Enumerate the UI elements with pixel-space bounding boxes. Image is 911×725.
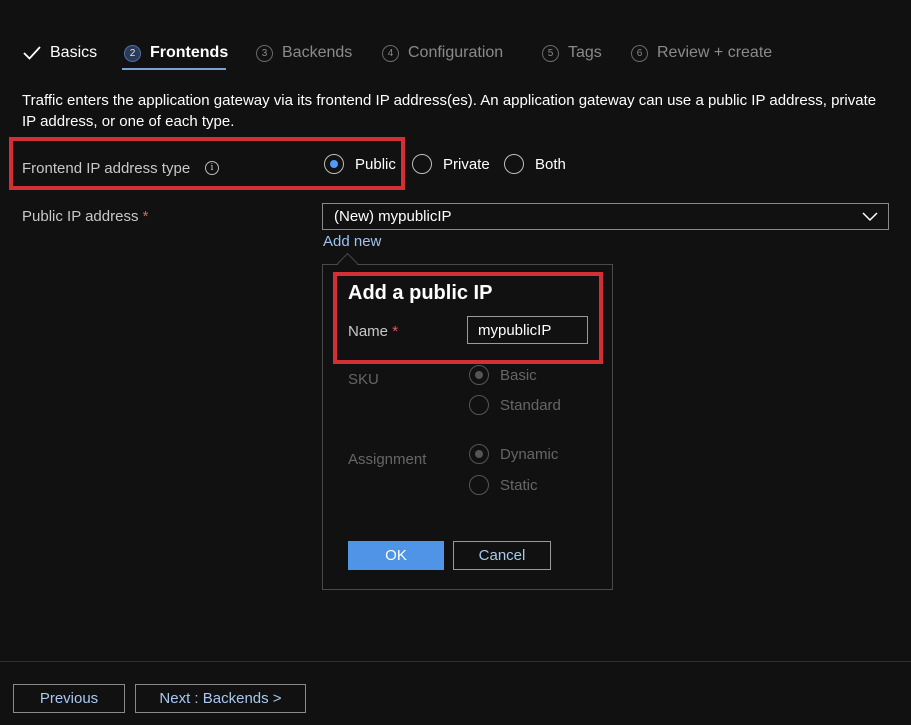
step-number-badge: 3 <box>256 44 273 62</box>
tab-basics[interactable]: Basics <box>22 40 97 66</box>
radio-sku-standard[interactable] <box>469 395 489 415</box>
public-ip-label-text: Public IP address <box>22 208 139 225</box>
popup-title: Add a public IP <box>348 282 493 304</box>
sku-label: SKU <box>348 371 379 388</box>
step-number-badge: 5 <box>542 44 559 62</box>
radio-private-label[interactable]: Private <box>443 156 490 173</box>
radio-sku-basic-label[interactable]: Basic <box>500 367 537 384</box>
step-number-badge: 2 <box>124 44 141 62</box>
tab-frontends[interactable]: 2 Frontends <box>124 40 228 66</box>
tab-label: Basics <box>50 44 98 61</box>
assignment-label: Assignment <box>348 451 427 468</box>
step-number-badge: 6 <box>631 44 648 62</box>
radio-assignment-static-label[interactable]: Static <box>500 477 538 494</box>
radio-private[interactable] <box>412 154 432 174</box>
cancel-button[interactable]: Cancel <box>453 541 551 570</box>
tab-label: Tags <box>568 44 602 61</box>
name-input[interactable]: mypublicIP <box>467 316 588 344</box>
tab-configuration[interactable]: 4 Configuration <box>382 40 503 66</box>
tab-label: Configuration <box>408 44 504 61</box>
add-new-link[interactable]: Add new <box>323 233 381 250</box>
radio-public-label[interactable]: Public <box>355 156 396 173</box>
previous-button[interactable]: Previous <box>13 684 125 713</box>
tab-backends[interactable]: 3 Backends <box>256 40 352 66</box>
tab-label: Review + create <box>657 44 773 61</box>
step-number-badge: 4 <box>382 44 399 62</box>
ok-button[interactable]: OK <box>348 541 444 570</box>
radio-both-label[interactable]: Both <box>535 156 566 173</box>
page-description: Traffic enters the application gateway v… <box>22 92 877 130</box>
public-ip-dropdown[interactable]: (New) mypublicIP <box>322 203 889 230</box>
required-marker: * <box>392 323 399 340</box>
public-ip-label: Public IP address * <box>22 208 148 225</box>
radio-sku-standard-label[interactable]: Standard <box>500 397 561 414</box>
active-tab-underline <box>122 68 226 70</box>
checkmark-icon <box>23 46 41 60</box>
chevron-down-icon <box>862 212 878 222</box>
frontend-ip-type-label: Frontend IP address type <box>22 160 191 177</box>
name-label-text: Name <box>348 323 389 340</box>
radio-sku-basic[interactable] <box>469 365 489 385</box>
radio-assignment-dynamic[interactable] <box>469 444 489 464</box>
public-ip-selected-value: (New) mypublicIP <box>334 208 452 225</box>
footer-divider <box>0 661 911 662</box>
tab-review-create[interactable]: 6 Review + create <box>631 40 772 66</box>
radio-both[interactable] <box>504 154 524 174</box>
tab-label: Frontends <box>150 44 229 61</box>
name-label: Name * <box>348 323 398 340</box>
info-icon[interactable]: i <box>205 161 219 175</box>
tab-label: Backends <box>282 44 353 61</box>
required-marker: * <box>142 208 149 225</box>
radio-assignment-dynamic-label[interactable]: Dynamic <box>500 446 558 463</box>
next-backends-button[interactable]: Next : Backends > <box>135 684 306 713</box>
radio-assignment-static[interactable] <box>469 475 489 495</box>
radio-public[interactable] <box>324 154 344 174</box>
tab-tags[interactable]: 5 Tags <box>542 40 602 66</box>
